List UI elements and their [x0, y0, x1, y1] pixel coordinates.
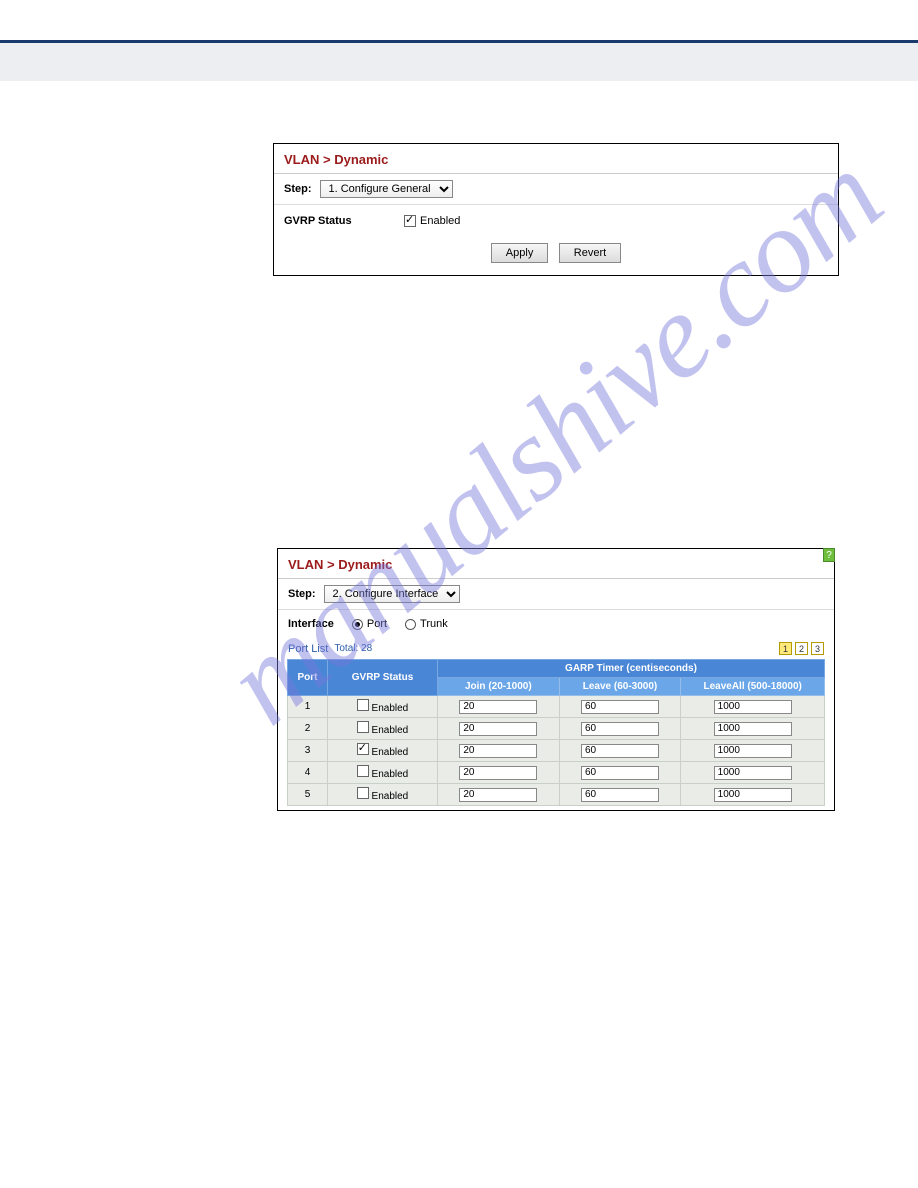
panel2-title: VLAN > Dynamic	[278, 549, 834, 578]
cell-join	[438, 740, 560, 762]
col-leaveall: LeaveAll (500-18000)	[681, 678, 825, 696]
page-2[interactable]: 2	[795, 642, 808, 655]
cell-port: 3	[288, 740, 328, 762]
cell-gvrp: Enabled	[328, 696, 438, 718]
join-input[interactable]	[459, 788, 537, 802]
cell-port: 4	[288, 762, 328, 784]
gvrp-status-label: GVRP Status	[284, 215, 364, 227]
col-join: Join (20-1000)	[438, 678, 560, 696]
join-input[interactable]	[459, 766, 537, 780]
join-input[interactable]	[459, 700, 537, 714]
step-row-2: Step: 2. Configure Interface	[278, 579, 834, 610]
row-enabled-label: Enabled	[372, 747, 409, 758]
cell-gvrp: Enabled	[328, 740, 438, 762]
cell-leave	[559, 784, 681, 806]
cell-port: 1	[288, 696, 328, 718]
row-enabled-label: Enabled	[372, 725, 409, 736]
row-enabled-checkbox[interactable]	[357, 721, 369, 733]
col-port: Port	[288, 660, 328, 696]
row-enabled-checkbox[interactable]	[357, 699, 369, 711]
table-row: 4 Enabled	[288, 762, 825, 784]
step-label: Step:	[284, 183, 312, 195]
vlan-dynamic-general-panel: VLAN > Dynamic Step: 1. Configure Genera…	[273, 143, 839, 276]
cell-leaveall	[681, 718, 825, 740]
page-3[interactable]: 3	[811, 642, 824, 655]
gvrp-enabled-group: Enabled	[404, 215, 460, 227]
cell-leave	[559, 740, 681, 762]
top-band	[0, 43, 918, 81]
gvrp-status-row: GVRP Status Enabled	[274, 205, 838, 233]
row-enabled-checkbox[interactable]	[357, 743, 369, 755]
leaveall-input[interactable]	[714, 788, 792, 802]
radio-trunk-wrap: Trunk	[405, 618, 448, 630]
row-enabled-checkbox[interactable]	[357, 787, 369, 799]
gvrp-enabled-checkbox[interactable]	[404, 215, 416, 227]
revert-button[interactable]: Revert	[559, 243, 621, 263]
cell-gvrp: Enabled	[328, 784, 438, 806]
cell-gvrp: Enabled	[328, 762, 438, 784]
radio-trunk-label: Trunk	[420, 618, 448, 630]
panel1-title: VLAN > Dynamic	[274, 144, 838, 173]
cell-leaveall	[681, 740, 825, 762]
step-select[interactable]: 1. Configure General	[320, 180, 453, 198]
vlan-dynamic-interface-panel: ? VLAN > Dynamic Step: 2. Configure Inte…	[277, 548, 835, 811]
leaveall-input[interactable]	[714, 722, 792, 736]
cell-leaveall	[681, 784, 825, 806]
cell-join	[438, 696, 560, 718]
page-1[interactable]: 1	[779, 642, 792, 655]
leave-input[interactable]	[581, 722, 659, 736]
row-enabled-label: Enabled	[372, 703, 409, 714]
radio-trunk[interactable]	[405, 619, 416, 630]
apply-button[interactable]: Apply	[491, 243, 549, 263]
step-label-2: Step:	[288, 588, 316, 600]
radio-port[interactable]	[352, 619, 363, 630]
cell-leaveall	[681, 696, 825, 718]
cell-join	[438, 718, 560, 740]
portlist-row: Port List Total: 28 1 2 3	[278, 638, 834, 659]
cell-join	[438, 762, 560, 784]
cell-leave	[559, 718, 681, 740]
cell-leave	[559, 696, 681, 718]
table-row: 1 Enabled	[288, 696, 825, 718]
row-enabled-label: Enabled	[372, 769, 409, 780]
leaveall-input[interactable]	[714, 744, 792, 758]
leave-input[interactable]	[581, 744, 659, 758]
leave-input[interactable]	[581, 766, 659, 780]
row-enabled-checkbox[interactable]	[357, 765, 369, 777]
col-garp: GARP Timer (centiseconds)	[438, 660, 825, 678]
row-enabled-label: Enabled	[372, 791, 409, 802]
button-row: Apply Revert	[274, 233, 838, 275]
join-input[interactable]	[459, 722, 537, 736]
interface-label: Interface	[288, 618, 334, 630]
portlist-left: Port List Total: 28	[288, 643, 372, 655]
help-icon[interactable]: ?	[823, 548, 835, 562]
table-row: 2 Enabled	[288, 718, 825, 740]
cell-leaveall	[681, 762, 825, 784]
port-table: Port GVRP Status GARP Timer (centisecond…	[287, 659, 825, 806]
cell-port: 5	[288, 784, 328, 806]
radio-port-label: Port	[367, 618, 387, 630]
pager: 1 2 3	[779, 642, 824, 655]
cell-leave	[559, 762, 681, 784]
portlist-total: Total: 28	[334, 643, 372, 654]
leave-input[interactable]	[581, 700, 659, 714]
table-header-row-1: Port GVRP Status GARP Timer (centisecond…	[288, 660, 825, 678]
cell-join	[438, 784, 560, 806]
leave-input[interactable]	[581, 788, 659, 802]
step-row: Step: 1. Configure General	[274, 174, 838, 205]
col-leave: Leave (60-3000)	[559, 678, 681, 696]
leaveall-input[interactable]	[714, 766, 792, 780]
interface-row: Interface Port Trunk	[278, 610, 834, 638]
col-gvrp: GVRP Status	[328, 660, 438, 696]
portlist-label: Port List	[288, 643, 328, 655]
join-input[interactable]	[459, 744, 537, 758]
leaveall-input[interactable]	[714, 700, 792, 714]
table-row: 5 Enabled	[288, 784, 825, 806]
cell-gvrp: Enabled	[328, 718, 438, 740]
cell-port: 2	[288, 718, 328, 740]
step-select-2[interactable]: 2. Configure Interface	[324, 585, 460, 603]
radio-port-wrap: Port	[352, 618, 387, 630]
gvrp-enabled-text: Enabled	[420, 215, 460, 227]
table-row: 3 Enabled	[288, 740, 825, 762]
